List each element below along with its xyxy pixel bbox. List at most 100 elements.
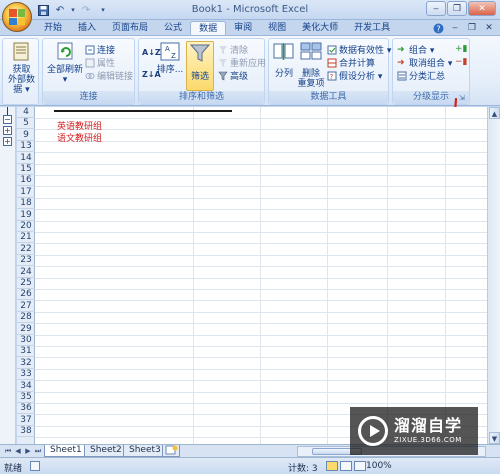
row-header[interactable]: 4 [17,107,35,118]
subtotal-button[interactable]: 分类汇总 [397,70,445,82]
restore-icon[interactable]: ❐ [447,1,467,16]
ribbon-minimize-icon[interactable]: ‒ [448,22,462,34]
sheet-tab-3[interactable]: Sheet3 [123,445,167,457]
gridline-row [35,380,487,381]
page-break-view-icon[interactable] [354,461,366,471]
tab-formulas[interactable]: 公式 [156,21,190,36]
tab-view[interactable]: 视图 [260,21,294,36]
row-header[interactable]: 28 [17,312,35,323]
row-header[interactable]: 20 [17,221,35,232]
minimize-icon[interactable]: ‒ [426,1,446,16]
row-header[interactable]: 17 [17,187,35,198]
row-header[interactable]: 36 [17,403,35,414]
sheet-tab-1[interactable]: Sheet1 [44,445,88,457]
tab-developer[interactable]: 开发工具 [346,21,398,36]
gridline-row [35,198,487,199]
row-header[interactable]: 27 [17,301,35,312]
row-header[interactable]: 22 [17,244,35,255]
properties-button[interactable]: 属性 [85,57,115,69]
row-header[interactable]: 13 [17,141,35,152]
reapply-button[interactable]: 重新应用 [218,57,266,69]
outline-expand-button-2[interactable]: + [3,137,12,146]
tab-insert[interactable]: 插入 [70,21,104,36]
text-to-columns-button[interactable]: 分列 [271,41,297,79]
row-header[interactable]: 32 [17,358,35,369]
row-header[interactable]: 31 [17,346,35,357]
gridline-row [35,243,487,244]
connections-button[interactable]: 连接 [85,44,115,56]
scroll-down-icon[interactable]: ▼ [489,432,500,444]
row-header[interactable]: 26 [17,289,35,300]
first-sheet-icon[interactable]: ⏮ [3,446,13,456]
refresh-all-button[interactable]: 全部刷新 ▾ [46,41,84,85]
insert-sheet-button[interactable] [162,445,180,457]
macro-record-icon[interactable] [30,461,40,471]
next-sheet-icon[interactable]: ▶ [23,446,33,456]
scroll-up-icon[interactable]: ▲ [489,107,500,119]
filter-label: 筛选 [190,72,209,82]
row-header[interactable]: 14 [17,153,35,164]
group-button[interactable]: ➜ 组合 ▾ [397,44,434,57]
close-icon[interactable]: ✕ [468,1,496,16]
row-header[interactable]: 38 [17,426,35,437]
outline-collapse-button[interactable]: − [3,115,12,124]
consolidate-button[interactable]: 合并计算 [327,57,375,69]
row-header[interactable]: 34 [17,381,35,392]
get-external-data-button[interactable]: 获取 外部数据 ▾ [5,41,38,95]
what-if-button[interactable]: ? 假设分析 ▾ [327,70,382,82]
show-detail-icon[interactable]: +▮ [455,44,468,54]
row-header[interactable]: 21 [17,232,35,243]
row-header[interactable]: 35 [17,392,35,403]
row-header[interactable]: 19 [17,210,35,221]
row-header[interactable]: 37 [17,415,35,426]
row-header[interactable]: 18 [17,198,35,209]
clear-filter-button[interactable]: 清除 [218,44,248,56]
outline-expand-button-1[interactable]: + [3,126,12,135]
row-header[interactable]: 9 [17,130,35,141]
normal-view-icon[interactable] [326,461,338,471]
row-header[interactable]: 33 [17,369,35,380]
zoom-level[interactable]: 100% [366,461,392,471]
gridline-row [35,129,487,130]
row-header[interactable]: 23 [17,255,35,266]
tab-review[interactable]: 审阅 [226,21,260,36]
hide-detail-icon[interactable]: −▮ [455,57,468,67]
last-sheet-icon[interactable]: ⏭ [33,446,43,456]
remove-duplicates-button[interactable]: 删除 重复项 [297,41,325,89]
row-header[interactable]: 30 [17,335,35,346]
gridline-row [35,323,487,324]
row-header[interactable]: 29 [17,324,35,335]
ribbon-close-icon[interactable]: ✕ [482,22,496,34]
help-icon[interactable]: ? [431,22,445,34]
tab-page-layout[interactable]: 页面布局 [104,21,156,36]
tab-beautify[interactable]: 美化大师 [294,21,346,36]
refresh-all-arrow: ▾ [62,75,68,85]
prev-sheet-icon[interactable]: ◀ [13,446,23,456]
filter-button[interactable]: 筛选 [186,41,214,91]
page-layout-view-icon[interactable] [340,461,352,471]
edit-links-button[interactable]: 编辑链接 [85,70,133,82]
gridline-col [445,107,446,444]
office-button[interactable] [2,2,32,32]
row-header[interactable]: 16 [17,175,35,186]
vertical-scrollbar[interactable]: ▲ ▼ [487,107,500,444]
outline-dialog-launcher-icon[interactable]: ⇲ [459,94,467,102]
group-outline: ➜ 组合 ▾ ➜ 取消组合 ▾ 分类汇总 +▮ −▮ 分级显示 ⇲ [392,38,470,105]
get-external-label-2: 外部数据 ▾ [7,75,35,95]
row-header[interactable]: 5 [17,118,35,129]
row-header[interactable]: 24 [17,267,35,278]
sort-button[interactable]: AZ 排序... [156,41,184,75]
tab-data[interactable]: 数据 [190,21,227,36]
data-validation-button[interactable]: 数据有效性 ▾ [327,44,391,56]
row-header[interactable]: 25 [17,278,35,289]
worksheet-grid[interactable]: 英语教研组 语文教研组 [35,107,487,444]
cell-text[interactable]: 语文教研组 [57,131,102,144]
sheet-tab-2[interactable]: Sheet2 [84,445,128,457]
tab-home[interactable]: 开始 [36,21,70,36]
gridline-row [35,175,487,176]
advanced-filter-button[interactable]: 高级 [218,70,248,82]
ribbon-restore-icon[interactable]: ❐ [465,22,479,34]
outline-group-label: 分级显示 [393,91,469,104]
row-header[interactable]: 15 [17,164,35,175]
ungroup-button[interactable]: ➜ 取消组合 ▾ [397,57,452,70]
